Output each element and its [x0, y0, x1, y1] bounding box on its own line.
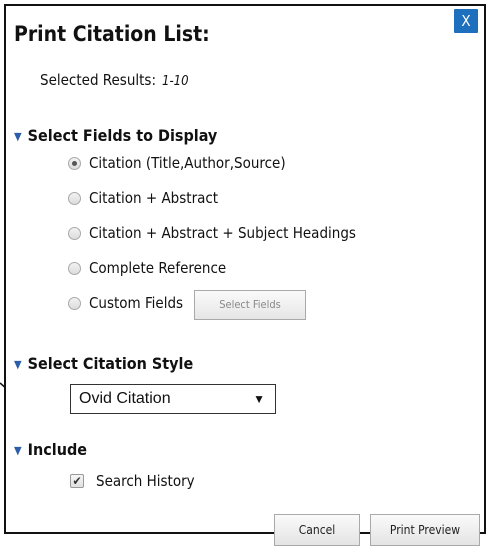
search-history-checkbox[interactable]: ✔ — [70, 474, 84, 488]
citation-style-heading: Select Citation Style — [27, 354, 194, 373]
section-citation-style[interactable]: ▼ Select Citation Style — [14, 354, 193, 373]
triangle-down-icon: ▼ — [14, 130, 22, 143]
print-preview-button[interactable]: Print Preview — [370, 514, 480, 546]
radio-citation-abstract-subject[interactable]: Citation + Abstract + Subject Headings — [68, 224, 356, 242]
search-history-label: Search History — [96, 472, 195, 490]
radio-button[interactable] — [68, 191, 81, 205]
citation-style-value: Ovid Citation — [79, 390, 171, 407]
search-history-option[interactable]: ✔ Search History — [70, 472, 195, 490]
citation-style-select[interactable]: Ovid Citation ▼ — [70, 384, 276, 414]
cancel-button[interactable]: Cancel — [274, 514, 360, 546]
include-heading: Include — [27, 440, 88, 459]
triangle-down-icon: ▼ — [14, 444, 22, 457]
close-button[interactable]: X — [454, 9, 478, 33]
selected-results-value: 1-10 — [162, 74, 189, 89]
radio-label: Complete Reference — [89, 259, 227, 277]
print-citation-dialog: Print Citation List: X Selected Results:… — [4, 4, 486, 546]
section-include[interactable]: ▼ Include — [14, 440, 87, 459]
radio-complete-reference[interactable]: Complete Reference — [68, 259, 226, 277]
radio-label: Citation + Abstract — [89, 189, 219, 207]
selected-results: Selected Results: 1-10 — [40, 71, 189, 89]
select-fields-heading: Select Fields to Display — [27, 126, 218, 145]
radio-label: Custom Fields — [89, 294, 184, 312]
radio-custom-fields[interactable]: Custom Fields — [68, 294, 183, 312]
radio-button[interactable] — [68, 226, 81, 240]
radio-citation[interactable]: Citation (Title,Author,Source) — [68, 154, 286, 172]
radio-label: Citation + Abstract + Subject Headings — [89, 224, 356, 242]
radio-label: Citation (Title,Author,Source) — [89, 154, 286, 172]
dialog-title: Print Citation List: — [14, 22, 210, 46]
dropdown-arrow-icon: ▼ — [253, 392, 265, 406]
selected-results-label: Selected Results: — [40, 71, 157, 89]
select-fields-button[interactable]: Select Fields — [194, 290, 306, 320]
triangle-down-icon: ▼ — [14, 358, 22, 371]
radio-citation-abstract[interactable]: Citation + Abstract — [68, 189, 218, 207]
radio-button[interactable] — [68, 296, 81, 310]
section-select-fields[interactable]: ▼ Select Fields to Display — [14, 126, 217, 145]
radio-button-selected[interactable] — [68, 156, 81, 170]
radio-button[interactable] — [68, 261, 81, 275]
